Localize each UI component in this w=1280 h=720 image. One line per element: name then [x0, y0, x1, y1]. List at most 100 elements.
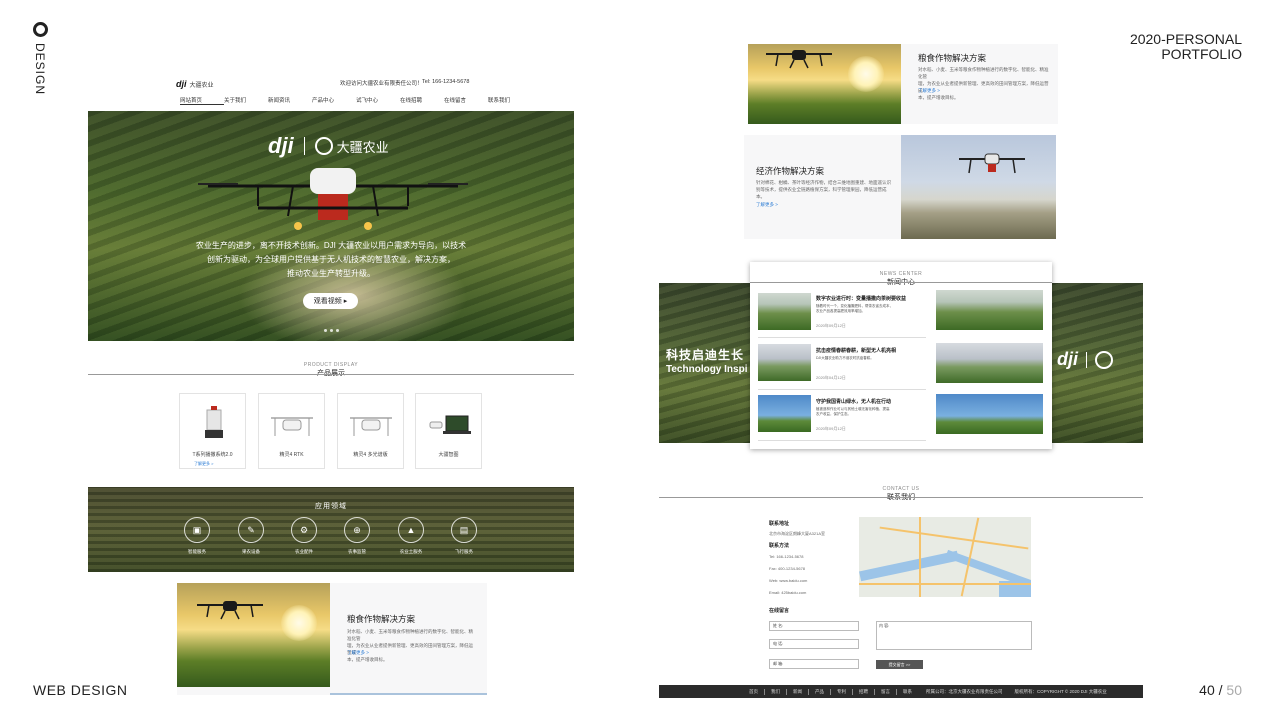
- econ-solution-title: 经济作物解决方案: [756, 166, 825, 176]
- grain-solution-card[interactable]: 粮食作物解决方案 对水稻、小麦、玉米等粮食作物种植进行的数字化、智能化、精准化管…: [177, 583, 487, 695]
- news-date: 2020年09月12日: [816, 426, 846, 431]
- agri-seal-icon: [1095, 350, 1113, 369]
- products-heading: PRODUCT DISPLAY 产品展示: [88, 362, 574, 378]
- product-label: 精灵4 RTK: [279, 452, 304, 458]
- news-photo[interactable]: [936, 394, 1043, 434]
- app-label: 农事监管: [348, 549, 366, 554]
- vertical-label: DESIGN: [30, 22, 50, 95]
- news-desc: 农户收益，保护生态。: [816, 412, 851, 416]
- footer-link[interactable]: 联系: [903, 689, 912, 695]
- hero-logo: dji 大疆农业: [268, 133, 389, 159]
- page-current: 40: [1199, 682, 1215, 698]
- footer-link[interactable]: 招聘: [859, 689, 868, 695]
- vehicle-icon: ▤: [451, 517, 477, 543]
- nav-item-jobs[interactable]: 在线招聘: [400, 96, 444, 105]
- location-map[interactable]: [859, 517, 1031, 597]
- product-card[interactable]: 精灵4 RTK: [258, 393, 325, 469]
- footer-copyright: 版权所有：COPYRIGHT © 2020 DJI 大疆农业: [1014, 688, 1107, 694]
- grain-solution-desc: 对水稻、小麦、玉米等粮食作物种植进行的数字化、智能化、精准化管 理，为农业从业者…: [347, 628, 477, 663]
- document-icon: ✎: [238, 517, 264, 543]
- app-label: 果农设备: [242, 549, 260, 554]
- target-icon: ⊕: [344, 517, 370, 543]
- site-logo-sub: 大疆农业: [189, 82, 214, 89]
- product-card[interactable]: 精灵4 多光谱版: [337, 393, 404, 469]
- contact-way-label: 联系方法: [769, 543, 790, 549]
- drone-silhouette: [766, 50, 832, 69]
- nav-item-about[interactable]: 关于我们: [224, 96, 268, 105]
- content-textarea[interactable]: [876, 621, 1032, 650]
- app-item[interactable]: ▲ 农业土服务: [391, 517, 431, 555]
- contact-tel: Tel: 166-1234-5678: [769, 554, 804, 559]
- app-item[interactable]: ⊕ 农事监管: [337, 517, 377, 555]
- footer-link[interactable]: 专利: [837, 689, 846, 695]
- news-item[interactable]: 守护我国青山绿水，无人机在行动 植被造林作业可以与其他土壤无害化种植、提高 农户…: [758, 395, 926, 441]
- footer-link[interactable]: 首页: [749, 689, 758, 695]
- footer-link[interactable]: 新闻: [793, 689, 802, 695]
- desc-line: 针对棉花、柑橘、茶叶等经济作物，结合三维地图重建、地面遥认识: [756, 180, 891, 185]
- products-heading-cn: 产品展示: [88, 368, 574, 378]
- agri-seal-icon: [314, 137, 333, 155]
- news-item[interactable]: 数字农业进行时：变量播撒向茶树要收益 随着时代一个，变化播撒肥料，帮茶农省去成本…: [758, 292, 926, 338]
- hero-banner: dji 大疆农业 农业生产的进步，离不开技术创新。DJI 大疆农业以用户需求为导…: [88, 111, 574, 341]
- footer-link[interactable]: 产品: [815, 689, 824, 695]
- grain-more-link[interactable]: 了解更多 >: [918, 88, 940, 94]
- news-thumb: [758, 344, 811, 381]
- site-logo[interactable]: dji: [176, 79, 187, 89]
- news-photo[interactable]: [936, 290, 1043, 330]
- tech-logo: dji: [1057, 349, 1113, 370]
- econ-more-link[interactable]: 了解更多 >: [756, 202, 778, 208]
- product-card[interactable]: T系列播撒系统2.0 了解更多 >: [179, 393, 246, 469]
- app-item[interactable]: ✎ 果农设备: [231, 517, 271, 555]
- mountain-icon: ▲: [398, 517, 424, 543]
- news-title: 抗击疫情春耕春耕，新型无人机亮相: [816, 348, 897, 354]
- tech-title-cn: 科技启迪生长: [666, 348, 745, 362]
- product-card[interactable]: 大疆智图: [415, 393, 482, 469]
- grain-solution-card-top[interactable]: 粮食作物解决方案 对水稻、小麦、玉米等粮食作物种植进行的数字化、智能化、精准化管…: [748, 44, 1058, 124]
- product-label: 精灵4 多光谱版: [353, 452, 388, 458]
- grain-more-link[interactable]: 了解更多 >: [347, 650, 369, 656]
- product-label: T系列播撒系统2.0: [192, 452, 233, 458]
- news-heading: NEWS CENTER 新闻中心: [750, 271, 1052, 287]
- welcome-text: 欢迎访问大疆农业有限责任公司！: [340, 81, 423, 87]
- contact-web: Web: www.baidu.com: [769, 578, 808, 583]
- application-fields: 应用领域 ▣ 智能服务 ✎ 果农设备 ⚙ 农业配件 ⊕ 农事监管 ▲ 农业土服务…: [88, 487, 574, 572]
- app-item[interactable]: ▣ 智能服务: [177, 517, 217, 555]
- page-separator: /: [1214, 682, 1227, 698]
- grain-solution-title: 粮食作物解决方案: [347, 614, 416, 624]
- content-field-label: 内 容:: [879, 623, 890, 628]
- hero-text-line: 农业生产的进步，离不开技术创新。DJI 大疆农业以用户需求为导向，以技术: [195, 241, 467, 250]
- watch-video-button[interactable]: 观看视频 ▸: [303, 293, 358, 309]
- contact-divider: [659, 497, 1143, 498]
- email-field-label: 邮 箱:: [773, 661, 784, 666]
- app-item[interactable]: ⚙ 农业配件: [284, 517, 324, 555]
- sunset-field-image: [177, 583, 330, 687]
- drone-silhouette: [197, 601, 263, 620]
- nav-item-contact[interactable]: 联系我们: [488, 96, 532, 105]
- app-item[interactable]: ▤ 飞行服务: [444, 517, 484, 555]
- desc-line: 本，提产增收目标。: [918, 95, 959, 100]
- nav-item-message[interactable]: 在线留言: [444, 96, 488, 105]
- nav-item-home[interactable]: 网站首页: [180, 96, 224, 105]
- page-indicator: 40 / 50: [1199, 682, 1242, 698]
- product-label: 大疆智图: [438, 452, 459, 458]
- address-label: 联系地址: [769, 521, 790, 527]
- econ-solution-card[interactable]: 经济作物解决方案 针对棉花、柑橘、茶叶等经济作物，结合三维地图重建、地面遥认识 …: [744, 135, 1056, 239]
- footer-link[interactable]: 留言: [881, 689, 890, 695]
- page-total: 50: [1226, 682, 1242, 698]
- app-label: 飞行服务: [455, 549, 473, 554]
- name-field-label: 姓 名:: [773, 623, 784, 628]
- contact-fax: Fax: 400-1234-5678: [769, 566, 806, 571]
- footer-link[interactable]: 我们: [771, 689, 780, 695]
- hero-text-line: 创新为驱动，为全球用户提供基于无人机技术的智慧农业，解决方案，: [207, 255, 455, 264]
- news-center-panel: NEWS CENTER 新闻中心 数字农业进行时：变量播撒向茶树要收益 随着时代…: [750, 262, 1052, 449]
- submit-message-button[interactable]: 提交留言 >>: [876, 660, 923, 669]
- apps-title: 应用领域: [315, 503, 347, 510]
- nav-item-flight[interactable]: 试飞中心: [356, 96, 400, 105]
- product-more-link[interactable]: 了解更多 >: [194, 461, 213, 467]
- nav-item-products[interactable]: 产品中心: [312, 96, 356, 105]
- nav-item-news[interactable]: 新闻资讯: [268, 96, 312, 105]
- news-photo[interactable]: [936, 343, 1043, 383]
- news-item[interactable]: 抗击疫情春耕春耕，新型无人机亮相 DJI大疆农业助力不误农时抗疫春耕。 2020…: [758, 344, 926, 390]
- carousel-dots[interactable]: [324, 329, 339, 332]
- hero-text: 农业生产的进步，离不开技术创新。DJI 大疆农业以用户需求为导向，以技术 创新为…: [138, 239, 524, 281]
